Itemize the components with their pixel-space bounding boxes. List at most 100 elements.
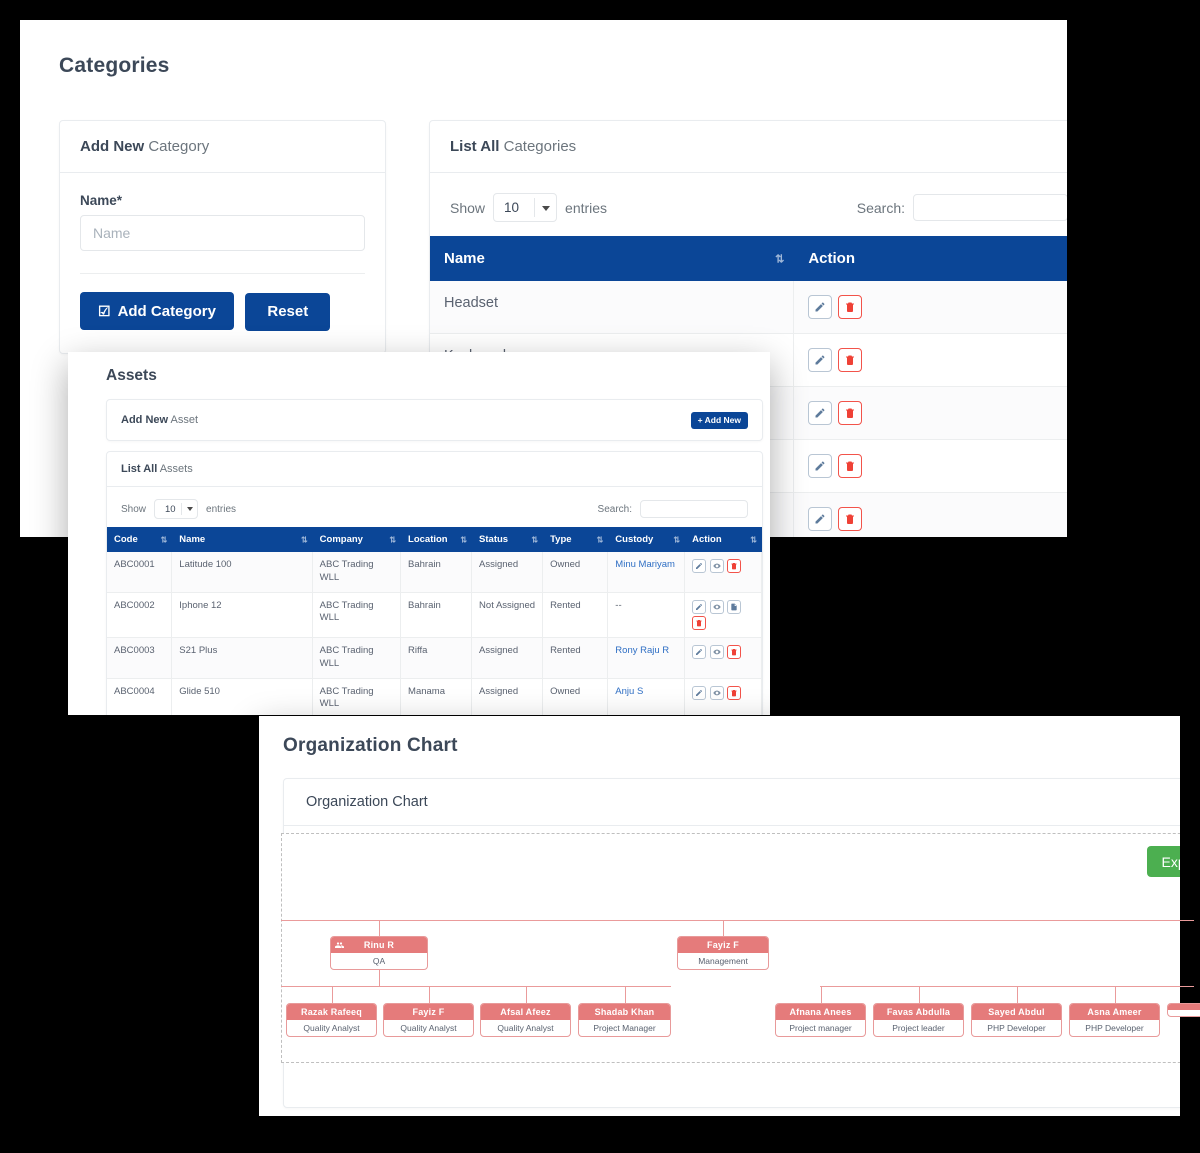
org-node-role: Project leader xyxy=(874,1020,963,1036)
table-row: ABC0003 S21 Plus ABC Trading WLL Riffa A… xyxy=(107,637,762,678)
delete-icon[interactable] xyxy=(838,348,862,372)
org-node-rinu[interactable]: Rinu RQA xyxy=(330,936,428,970)
cell-location: Riffa xyxy=(401,637,472,678)
add-new-asset-card: Add New Asset + Add New xyxy=(106,399,763,441)
cell-type: Rented xyxy=(543,637,608,678)
reset-button[interactable]: Reset xyxy=(245,293,330,331)
view-icon[interactable] xyxy=(710,600,724,614)
search-label: Search: xyxy=(598,504,632,515)
entries-label: entries xyxy=(206,504,236,515)
org-node-role: PHP Developer xyxy=(1070,1020,1159,1036)
column-header-name[interactable]: Name⇅ xyxy=(172,527,312,552)
categories-table-controls: Show 10 entries Search: xyxy=(430,173,1067,236)
categories-search-input[interactable] xyxy=(913,194,1067,221)
list-all-assets-card: List All Assets Show 10 entries Search: … xyxy=(106,451,763,715)
assets-table: Code⇅ Name⇅ Company⇅ Location⇅ Status⇅ T… xyxy=(107,527,762,715)
cell-location: Bahrain xyxy=(401,592,472,637)
select-separator xyxy=(534,198,535,217)
add-new-asset-button[interactable]: + Add New xyxy=(691,412,748,429)
cell-status: Assigned xyxy=(472,637,543,678)
column-header-location[interactable]: Location⇅ xyxy=(401,527,472,552)
delete-icon[interactable] xyxy=(838,454,862,478)
edit-icon[interactable] xyxy=(808,454,832,478)
delete-icon[interactable] xyxy=(838,401,862,425)
file-icon[interactable] xyxy=(727,600,741,614)
column-header-company[interactable]: Company⇅ xyxy=(312,527,400,552)
page-title-categories: Categories xyxy=(59,54,170,78)
org-connector xyxy=(821,986,822,1003)
column-header-action[interactable]: Action ⇅ xyxy=(794,236,1067,281)
chevron-down-icon xyxy=(187,507,193,511)
column-header-company-label: Company xyxy=(320,534,363,545)
categories-page-length-select[interactable]: 10 xyxy=(493,193,557,222)
edit-icon[interactable] xyxy=(808,348,832,372)
org-node-name: Sayed Abdul xyxy=(972,1004,1061,1020)
column-header-name[interactable]: Name ⇅ xyxy=(430,236,794,281)
assets-table-controls: Show 10 entries Search: xyxy=(107,487,762,527)
column-header-name-label: Name xyxy=(179,534,205,545)
edit-icon[interactable] xyxy=(808,507,832,531)
custody-link[interactable]: Anju S xyxy=(615,686,643,697)
org-node-role xyxy=(1168,1010,1200,1016)
org-node-afsal[interactable]: Afsal AfeezQuality Analyst xyxy=(480,1003,571,1037)
column-header-action-label: Action xyxy=(808,250,855,267)
edit-icon[interactable] xyxy=(692,686,706,700)
org-node-afnana[interactable]: Afnana AneesProject manager xyxy=(775,1003,866,1037)
column-header-status[interactable]: Status⇅ xyxy=(472,527,543,552)
edit-icon[interactable] xyxy=(808,295,832,319)
view-icon[interactable] xyxy=(710,645,724,659)
custody-link[interactable]: Rony Raju R xyxy=(615,645,669,656)
search-label: Search: xyxy=(857,200,905,216)
column-header-action[interactable]: Action⇅ xyxy=(685,527,762,552)
category-name-input[interactable] xyxy=(80,215,365,251)
column-header-custody[interactable]: Custody⇅ xyxy=(608,527,685,552)
view-icon[interactable] xyxy=(710,686,724,700)
delete-icon[interactable] xyxy=(727,559,741,573)
assets-search-control: Search: xyxy=(598,500,748,518)
add-asset-title-bold: Add New xyxy=(121,414,168,426)
edit-icon[interactable] xyxy=(692,600,706,614)
cell-action xyxy=(794,334,1067,387)
delete-icon[interactable] xyxy=(727,686,741,700)
categories-length-control: Show 10 entries xyxy=(450,193,607,222)
org-node-favas[interactable]: Favas AbdullaProject leader xyxy=(873,1003,964,1037)
show-label: Show xyxy=(121,504,146,515)
assets-search-input[interactable] xyxy=(640,500,748,518)
assets-panel: Assets Add New Asset + Add New List All … xyxy=(68,352,770,715)
add-category-title-bold: Add New xyxy=(80,138,144,155)
org-node-cut[interactable] xyxy=(1167,1003,1200,1017)
view-icon[interactable] xyxy=(710,559,724,573)
check-square-icon: ☑ xyxy=(98,304,111,318)
edit-icon[interactable] xyxy=(808,401,832,425)
add-category-card-header: Add New Category xyxy=(60,121,385,173)
column-header-code-label: Code xyxy=(114,534,138,545)
cell-company: ABC Trading WLL xyxy=(312,552,400,592)
cell-code: ABC0003 xyxy=(107,637,172,678)
org-node-fayiz2[interactable]: Fayiz FQuality Analyst xyxy=(383,1003,474,1037)
delete-icon[interactable] xyxy=(838,507,862,531)
org-node-asna[interactable]: Asna AmeerPHP Developer xyxy=(1069,1003,1160,1037)
edit-icon[interactable] xyxy=(692,559,706,573)
org-node-sayed[interactable]: Sayed AbdulPHP Developer xyxy=(971,1003,1062,1037)
column-header-type[interactable]: Type⇅ xyxy=(543,527,608,552)
org-connector xyxy=(379,920,380,936)
delete-icon[interactable] xyxy=(692,616,706,630)
export-button[interactable]: Export xyxy=(1147,846,1180,877)
org-node-shadab[interactable]: Shadab KhanProject Manager xyxy=(578,1003,671,1037)
column-header-custody-label: Custody xyxy=(615,534,653,545)
assets-page-length-select[interactable]: 10 xyxy=(154,499,198,519)
org-node-fayizf[interactable]: Fayiz FManagement xyxy=(677,936,769,970)
org-node-razak[interactable]: Razak RafeeqQuality Analyst xyxy=(286,1003,377,1037)
categories-header-row: Name ⇅ Action ⇅ xyxy=(430,236,1067,281)
list-assets-title-rest: Assets xyxy=(157,463,192,475)
assets-header-row: Code⇅ Name⇅ Company⇅ Location⇅ Status⇅ T… xyxy=(107,527,762,552)
list-assets-title-bold: List All xyxy=(121,463,157,475)
custody-link[interactable]: Minu Mariyam xyxy=(615,559,675,570)
delete-icon[interactable] xyxy=(727,645,741,659)
list-assets-card-header: List All Assets xyxy=(107,452,762,487)
edit-icon[interactable] xyxy=(692,645,706,659)
org-connector xyxy=(625,986,626,1003)
column-header-code[interactable]: Code⇅ xyxy=(107,527,172,552)
delete-icon[interactable] xyxy=(838,295,862,319)
add-category-button[interactable]: ☑ Add Category xyxy=(80,292,234,330)
